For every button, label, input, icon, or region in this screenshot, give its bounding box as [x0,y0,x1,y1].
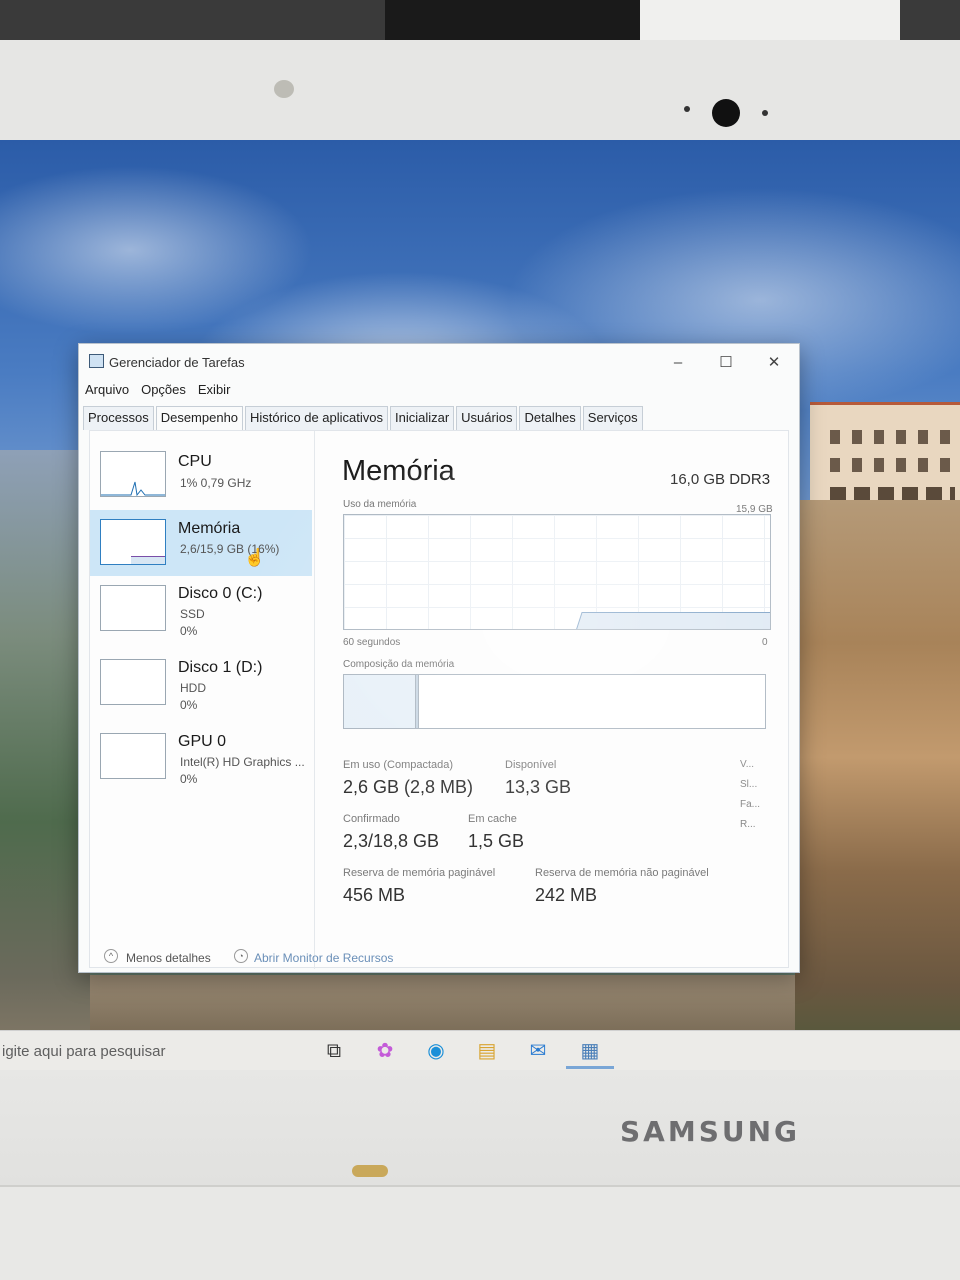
sidebar-cpu-usage: 1% 0,79 GHz [180,476,252,490]
sidebar-item-disco-0[interactable]: Disco 0 (C:) SSD 0% [90,579,312,645]
memory-title: Memória [342,455,455,487]
laptop-lid [0,40,960,150]
sidebar-gpu-usage: 0% [180,772,198,786]
power-led-icon [352,1165,388,1177]
open-resource-monitor-link[interactable]: Abrir Monitor de Recursos [254,951,393,965]
camera-led-icon [684,106,690,112]
sidebar-gpu-name: Intel(R) HD Graphics ... [180,755,305,769]
webcam-icon [712,99,740,127]
memory-mini-fill [131,556,165,564]
performance-panel: CPU 1% 0,79 GHz Memória 2,6/15,9 GB (16%… [89,430,789,969]
lid-logo-icon [274,80,294,98]
speed-label: V... [740,759,755,770]
cached-label: Em cache [468,813,517,825]
graph-time-label: 60 segundos [343,637,401,648]
composition-modified [416,675,419,728]
sidebar-cpu-title: CPU [178,453,212,470]
window-title: Gerenciador de Tarefas [109,355,245,370]
menu-opcoes[interactable]: Opções [141,382,186,402]
sidebar-item-disco-1[interactable]: Disco 1 (D:) HDD 0% [90,653,312,719]
wallpaper-landscape [0,450,90,1070]
copilot-icon[interactable]: ✿ [372,1038,398,1064]
cpu-mini-graph [100,451,166,497]
sidebar-disk1-type: HDD [180,681,206,695]
wallpaper-windows [830,458,950,472]
committed-value: 2,3/18,8 GB [343,831,440,851]
tab-usuarios[interactable]: Usuários [456,406,518,430]
mail-icon[interactable]: ✉ [525,1038,551,1064]
resource-monitor-icon: ◔ [234,949,248,963]
form-factor-label: Fa... [740,799,761,810]
laptop-base [0,1185,960,1280]
menu-bar: Arquivo Opções Exibir [85,382,230,402]
disk0-mini-graph [100,585,166,631]
menu-arquivo[interactable]: Arquivo [85,382,129,402]
sidebar-item-cpu[interactable]: CPU 1% 0,79 GHz [90,441,312,507]
sidebar-disk1-usage: 0% [180,698,198,712]
tab-detalhes[interactable]: Detalhes [519,406,581,430]
title-bar[interactable]: Gerenciador de Tarefas – ☐ ✕ [79,344,799,378]
task-view-icon[interactable]: ⧉ [321,1038,347,1064]
sidebar-disk0-type: SSD [180,607,205,621]
paged-pool-label: Reserva de memória paginável [343,867,496,879]
file-explorer-icon[interactable]: ▤ [474,1038,500,1064]
sidebar-disk0-title: Disco 0 (C:) [178,585,263,602]
sidebar-disk1-title: Disco 1 (D:) [178,659,263,676]
task-manager-taskbar-icon[interactable]: ▦ [577,1038,603,1064]
nonpaged-pool-label: Reserva de memória não paginável [535,867,709,879]
memory-composition-bar [343,674,766,729]
sidebar-item-gpu-0[interactable]: GPU 0 Intel(R) HD Graphics ... 0% [90,727,312,793]
committed-label: Confirmado [343,813,400,825]
slots-label: Sl... [740,779,758,790]
active-app-indicator [566,1066,614,1069]
available-label: Disponível [505,759,557,771]
available-value: 13,3 GB [505,777,572,797]
taskbar-search-box[interactable]: igite aqui para pesquisar [2,1043,165,1060]
task-manager-icon [89,354,104,368]
menu-exibir[interactable]: Exibir [198,382,231,402]
less-details-link[interactable]: Menos detalhes [126,951,211,965]
paged-pool-value: 456 MB [343,885,406,905]
brand-logo: SAMSUNG [620,1115,801,1148]
tab-strip: Processos Desempenho Histórico de aplica… [83,406,645,430]
composition-in-use [344,675,416,728]
task-manager-window[interactable]: Gerenciador de Tarefas – ☐ ✕ Arquivo Opç… [78,343,800,973]
sidebar-memory-title: Memória [178,520,241,537]
memory-composition-label: Composição da memória [343,659,455,670]
cpu-sparkline [101,481,165,497]
sidebar-item-memoria[interactable]: Memória 2,6/15,9 GB (16%) ☝ [90,510,312,576]
cached-value: 1,5 GB [468,831,525,851]
memory-spec: 16,0 GB DDR3 [670,471,771,488]
memory-mini-graph [100,519,166,565]
memory-usage-graph [343,514,771,630]
sidebar-disk0-usage: 0% [180,624,198,638]
disk1-mini-graph [100,659,166,705]
wallpaper-cliff [795,500,960,1072]
in-use-value: 2,6 GB (2,8 MB) [343,777,474,797]
maximize-button[interactable]: ☐ [713,352,739,374]
panel-divider [314,431,315,969]
edge-browser-icon[interactable]: ◉ [423,1038,449,1064]
camera-mic-icon [762,110,768,116]
nonpaged-pool-value: 242 MB [535,885,598,905]
tab-inicializar[interactable]: Inicializar [389,406,455,430]
wallpaper-rocks [90,975,795,1035]
tab-servicos[interactable]: Serviços [582,406,643,430]
tab-processos[interactable]: Processos [83,406,154,430]
sidebar-gpu-title: GPU 0 [178,733,227,750]
graph-zero-label: 0 [762,637,768,648]
memory-usage-label: Uso da memória [343,499,417,510]
memory-usage-line [576,611,770,629]
reserved-label: R... [740,819,756,830]
tab-historico[interactable]: Histórico de aplicativos [245,406,388,430]
tab-desempenho[interactable]: Desempenho [155,406,244,430]
gpu-mini-graph [100,733,166,779]
chevron-up-icon[interactable]: ^ [104,949,118,963]
wallpaper-windows [830,430,950,444]
in-use-label: Em uso (Compactada) [343,759,454,771]
minimize-button[interactable]: – [665,352,691,374]
hand-cursor-icon: ☝ [244,548,266,567]
close-button[interactable]: ✕ [761,352,787,374]
